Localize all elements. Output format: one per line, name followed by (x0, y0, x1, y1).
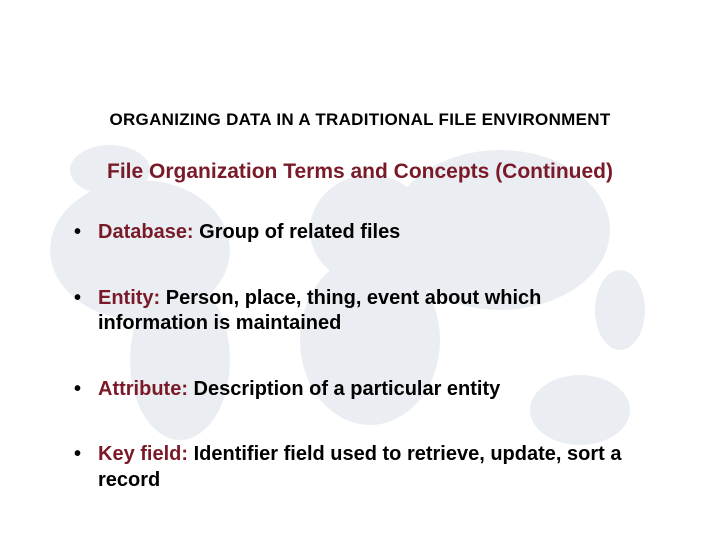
slide-content: ORGANIZING DATA IN A TRADITIONAL FILE EN… (0, 0, 720, 540)
term-label: Database: (98, 221, 194, 243)
term-label: Key field: (98, 443, 188, 465)
list-item: Attribute: Description of a particular e… (70, 377, 650, 403)
term-definition: Description of a particular entity (188, 378, 500, 400)
list-item: Key field: Identifier field used to retr… (70, 442, 650, 493)
term-label: Entity: (98, 287, 160, 309)
list-item: Database: Group of related files (70, 220, 650, 246)
term-label: Attribute: (98, 378, 188, 400)
section-title: ORGANIZING DATA IN A TRADITIONAL FILE EN… (60, 110, 660, 130)
term-definition: Person, place, thing, event about which … (98, 287, 541, 335)
slide-subtitle: File Organization Terms and Concepts (Co… (60, 160, 660, 184)
bullet-list: Database: Group of related files Entity:… (70, 220, 650, 494)
list-item: Entity: Person, place, thing, event abou… (70, 286, 650, 337)
term-definition: Group of related files (194, 221, 401, 243)
